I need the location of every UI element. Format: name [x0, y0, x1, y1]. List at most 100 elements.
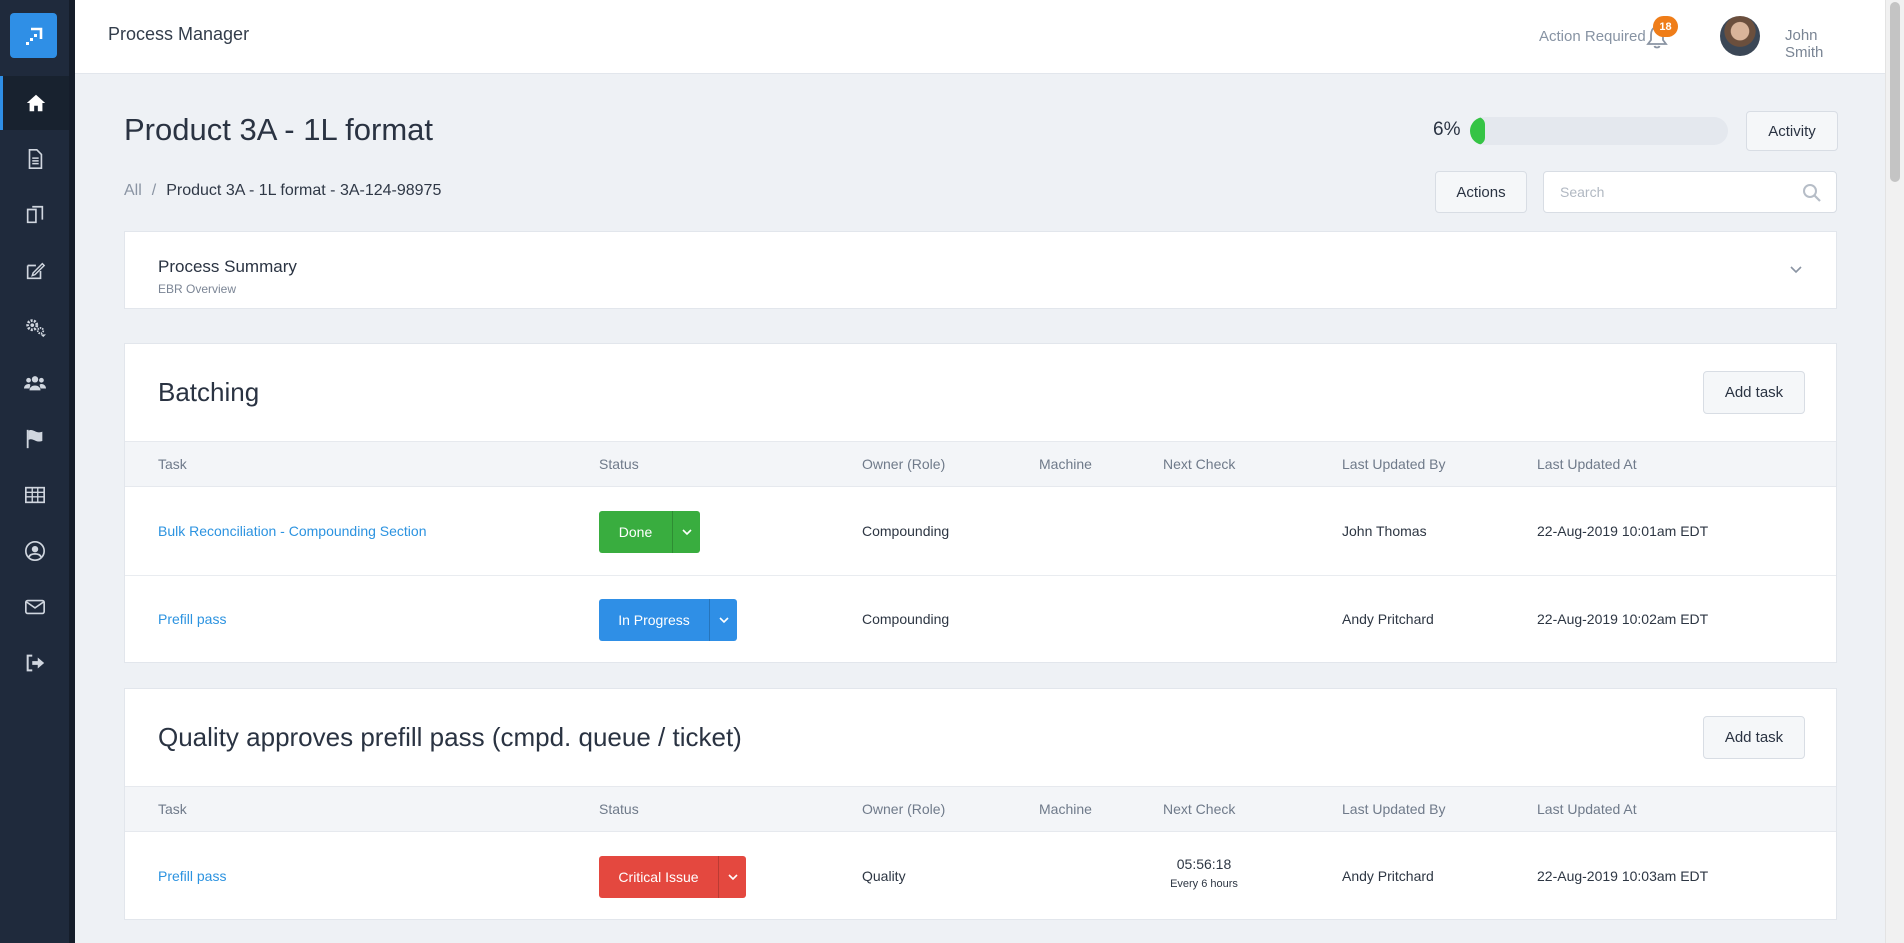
column-header-last-updated-by[interactable]: Last Updated By — [1342, 801, 1446, 817]
user-circle-icon — [24, 541, 45, 561]
flag-icon — [26, 429, 42, 449]
status-label[interactable]: In Progress — [599, 599, 709, 641]
copy-icon — [26, 205, 43, 224]
column-header-task[interactable]: Task — [158, 456, 187, 472]
table-row: Bulk Reconciliation - Compounding Sectio… — [125, 488, 1836, 576]
chevron-down-icon — [681, 529, 692, 536]
user-name[interactable]: John Smith — [1785, 27, 1835, 61]
table-header: Task Status Owner (Role) Machine Next Ch… — [125, 441, 1836, 487]
action-required-link[interactable]: Action Required — [1539, 28, 1646, 45]
column-header-status[interactable]: Status — [599, 456, 639, 472]
chevron-down-icon — [718, 617, 729, 624]
table-row: Prefill pass Critical Issue Quality 05:5… — [125, 833, 1836, 921]
sidebar-item-logout[interactable] — [0, 636, 69, 690]
column-header-last-updated-at[interactable]: Last Updated At — [1537, 801, 1637, 817]
document-icon — [28, 149, 42, 169]
column-header-last-updated-at[interactable]: Last Updated At — [1537, 456, 1637, 472]
sidebar-item-settings[interactable] — [0, 300, 69, 354]
edit-icon — [26, 262, 45, 280]
logo-icon — [25, 27, 42, 45]
sidebar-item-tables[interactable] — [0, 468, 69, 522]
users-icon — [23, 376, 46, 391]
column-header-status[interactable]: Status — [599, 801, 639, 817]
sidebar-item-copies[interactable] — [0, 188, 69, 242]
sidebar-item-home[interactable] — [0, 76, 69, 130]
sidebar-rail — [69, 0, 75, 943]
envelope-icon — [24, 599, 45, 615]
column-header-owner[interactable]: Owner (Role) — [862, 801, 945, 817]
search-input[interactable] — [1544, 172, 1836, 212]
app-logo[interactable] — [10, 13, 57, 58]
activity-button[interactable]: Activity — [1746, 111, 1838, 151]
updated-by-cell: Andy Pritchard — [1342, 611, 1434, 627]
summary-subtitle: EBR Overview — [158, 282, 237, 296]
page-title: Product 3A - 1L format — [124, 112, 434, 147]
next-check-frequency: Every 6 hours — [1170, 878, 1238, 890]
task-link[interactable]: Bulk Reconciliation - Compounding Sectio… — [158, 523, 426, 539]
updated-at-cell: 22-Aug-2019 10:02am EDT — [1537, 611, 1709, 627]
progress-fill — [1470, 117, 1486, 145]
search-icon[interactable] — [1802, 183, 1822, 203]
task-link[interactable]: Prefill pass — [158, 611, 226, 627]
updated-by-cell: John Thomas — [1342, 523, 1427, 539]
avatar[interactable] — [1720, 16, 1760, 56]
column-header-machine[interactable]: Machine — [1039, 801, 1092, 817]
next-check-cell: 05:56:18 Every 6 hours — [1163, 856, 1245, 890]
top-bar: Process Manager Action Required 18 John … — [75, 0, 1885, 74]
table-row: Prefill pass In Progress Compounding And… — [125, 576, 1836, 664]
owner-cell: Quality — [862, 868, 906, 884]
page-scrollbar[interactable] — [1885, 0, 1904, 943]
task-link[interactable]: Prefill pass — [158, 868, 226, 884]
home-icon — [26, 94, 46, 112]
status-toggle[interactable] — [709, 599, 737, 641]
table-icon — [24, 486, 45, 504]
status-toggle[interactable] — [672, 511, 700, 553]
column-header-task[interactable]: Task — [158, 801, 187, 817]
column-header-machine[interactable]: Machine — [1039, 456, 1092, 472]
status-dropdown[interactable]: Done — [599, 511, 700, 553]
owner-cell: Compounding — [862, 611, 950, 627]
sidebar-item-messages[interactable] — [0, 580, 69, 634]
updated-at-cell: 22-Aug-2019 10:01am EDT — [1537, 523, 1709, 539]
section-quality-approval: Quality approves prefill pass (cmpd. que… — [124, 688, 1837, 920]
chevron-down-icon[interactable] — [1789, 263, 1803, 277]
sidebar-item-flags[interactable] — [0, 412, 69, 466]
owner-cell: Compounding — [862, 523, 950, 539]
sidebar — [0, 0, 75, 943]
status-label[interactable]: Critical Issue — [599, 856, 718, 898]
status-toggle[interactable] — [718, 856, 746, 898]
actions-button[interactable]: Actions — [1435, 171, 1527, 213]
status-dropdown[interactable]: Critical Issue — [599, 856, 746, 898]
table-header: Task Status Owner (Role) Machine Next Ch… — [125, 786, 1836, 832]
chevron-down-icon — [727, 874, 738, 881]
add-task-button[interactable]: Add task — [1703, 716, 1805, 759]
updated-by-cell: Andy Pritchard — [1342, 868, 1434, 884]
sidebar-item-edit[interactable] — [0, 244, 69, 298]
notification-badge: 18 — [1653, 16, 1678, 37]
next-check-time: 05:56:18 — [1176, 856, 1232, 872]
column-header-last-updated-by[interactable]: Last Updated By — [1342, 456, 1446, 472]
progress-percent: 6% — [1433, 119, 1461, 140]
progress-bar — [1470, 117, 1728, 145]
status-label[interactable]: Done — [599, 511, 672, 553]
section-batching: Batching Add task Task Status Owner (Rol… — [124, 343, 1837, 663]
section-title: Batching — [158, 377, 260, 407]
column-header-owner[interactable]: Owner (Role) — [862, 456, 945, 472]
gears-icon — [25, 319, 46, 338]
column-header-next-check[interactable]: Next Check — [1163, 456, 1235, 472]
section-title: Quality approves prefill pass (cmpd. que… — [158, 722, 742, 752]
app-title: Process Manager — [108, 24, 250, 44]
process-summary-card[interactable]: Process Summary EBR Overview — [124, 231, 1837, 309]
scrollbar-thumb[interactable] — [1890, 2, 1900, 182]
breadcrumb-separator: / — [151, 182, 157, 199]
breadcrumb-all-link[interactable]: All — [124, 182, 142, 200]
add-task-button[interactable]: Add task — [1703, 371, 1805, 414]
updated-at-cell: 22-Aug-2019 10:03am EDT — [1537, 868, 1709, 884]
sidebar-item-users[interactable] — [0, 356, 69, 410]
column-header-next-check[interactable]: Next Check — [1163, 801, 1235, 817]
status-dropdown[interactable]: In Progress — [599, 599, 737, 641]
sidebar-item-documents[interactable] — [0, 132, 69, 186]
search-box — [1543, 171, 1837, 213]
sidebar-item-profile[interactable] — [0, 524, 69, 578]
breadcrumb: All / Product 3A - 1L format - 3A-124-98… — [124, 182, 441, 200]
